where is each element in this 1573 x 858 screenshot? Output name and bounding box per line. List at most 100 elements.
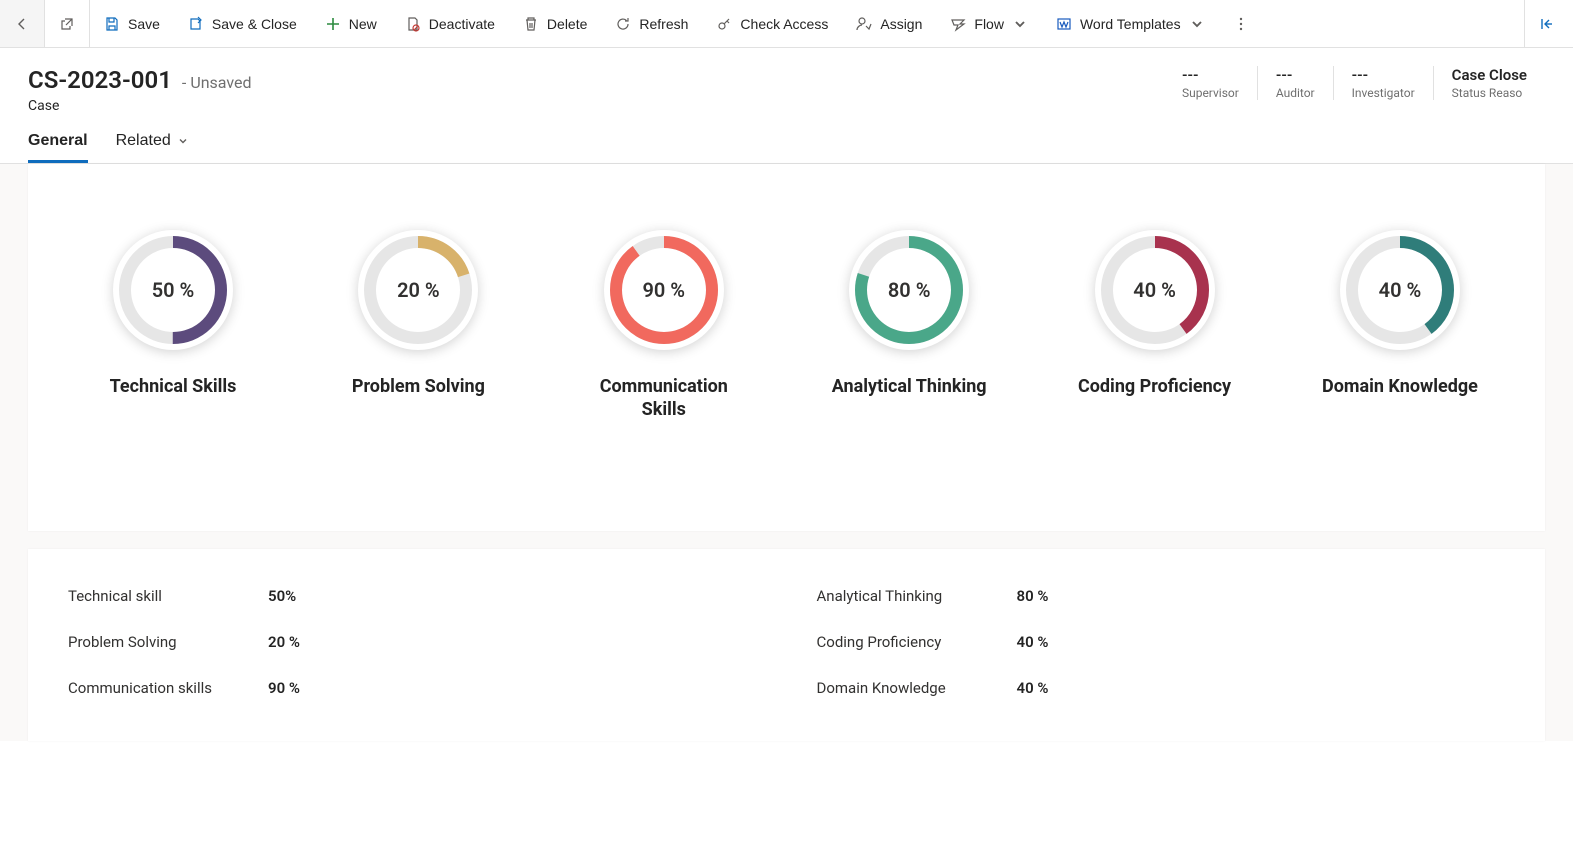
detail-label: Problem Solving	[68, 633, 268, 651]
tab-related[interactable]: Related	[116, 132, 189, 163]
header-field-value: ---	[1276, 66, 1315, 84]
overflow-button[interactable]	[1219, 0, 1263, 47]
chevron-down-icon	[1012, 16, 1028, 32]
gauge-label: Technical Skills	[110, 376, 237, 399]
detail-value: 50%	[268, 587, 296, 605]
deactivate-label: Deactivate	[429, 16, 495, 32]
header-field[interactable]: --- Supervisor	[1164, 66, 1257, 100]
header-field-value: ---	[1182, 66, 1239, 84]
header-field-label: Investigator	[1352, 86, 1415, 100]
detail-label: Technical skill	[68, 587, 268, 605]
detail-row[interactable]: Problem Solving 20 %	[68, 619, 757, 665]
assign-button[interactable]: Assign	[842, 0, 936, 47]
gauge: 80 % Analytical Thinking	[804, 230, 1014, 421]
record-header: CS-2023-001 - Unsaved Case --- Supervisor…	[0, 48, 1573, 114]
more-vertical-icon	[1233, 16, 1249, 32]
deactivate-button[interactable]: Deactivate	[391, 0, 509, 47]
detail-row[interactable]: Domain Knowledge 40 %	[817, 665, 1506, 711]
word-templates-button[interactable]: Word Templates	[1042, 0, 1219, 47]
gauge-ring: 80 %	[849, 230, 969, 350]
tab-label: Related	[116, 132, 171, 150]
record-entity: Case	[28, 98, 252, 114]
gauge: 40 % Coding Proficiency	[1050, 230, 1260, 421]
delete-label: Delete	[547, 16, 587, 32]
header-field-label: Supervisor	[1182, 86, 1239, 100]
gauge-label: Problem Solving	[352, 376, 485, 399]
detail-row[interactable]: Technical skill 50%	[68, 573, 757, 619]
gauge-value: 40 %	[1379, 278, 1422, 302]
flow-button[interactable]: Flow	[936, 0, 1042, 47]
header-field-label: Auditor	[1276, 86, 1315, 100]
new-button[interactable]: New	[311, 0, 391, 47]
gauge-ring: 50 %	[113, 230, 233, 350]
gauge-value: 40 %	[1133, 278, 1176, 302]
gauge-panel: 50 % Technical Skills 20 % Problem Solvi…	[28, 164, 1545, 531]
assign-icon	[856, 16, 872, 32]
save-label: Save	[128, 16, 160, 32]
chevron-down-icon	[1189, 16, 1205, 32]
gauge-value: 50 %	[152, 278, 195, 302]
deactivate-icon	[405, 16, 421, 32]
gauge-value: 20 %	[397, 278, 440, 302]
header-field[interactable]: --- Investigator	[1333, 66, 1433, 100]
check-access-button[interactable]: Check Access	[702, 0, 842, 47]
form-body: 50 % Technical Skills 20 % Problem Solvi…	[0, 164, 1573, 741]
record-title: CS-2023-001	[28, 66, 172, 94]
gauge-value: 80 %	[888, 278, 931, 302]
gauge: 40 % Domain Knowledge	[1295, 230, 1505, 421]
detail-value: 90 %	[268, 679, 300, 697]
gauge: 20 % Problem Solving	[313, 230, 523, 421]
detail-value: 20 %	[268, 633, 300, 651]
header-field[interactable]: --- Auditor	[1257, 66, 1333, 100]
assign-label: Assign	[880, 16, 922, 32]
share-icon	[1539, 16, 1555, 32]
detail-label: Analytical Thinking	[817, 587, 1017, 605]
delete-button[interactable]: Delete	[509, 0, 601, 47]
gauge-ring: 90 %	[604, 230, 724, 350]
record-title-suffix: - Unsaved	[182, 73, 252, 92]
header-field[interactable]: Case CloseStatus Reaso	[1433, 66, 1545, 100]
detail-label: Communication skills	[68, 679, 268, 697]
detail-label: Coding Proficiency	[817, 633, 1017, 651]
save-button[interactable]: Save	[90, 0, 174, 47]
refresh-button[interactable]: Refresh	[601, 0, 702, 47]
gauge-label: Coding Proficiency	[1078, 376, 1231, 399]
save-close-label: Save & Close	[212, 16, 297, 32]
flow-icon	[950, 16, 966, 32]
gauge-ring: 40 %	[1340, 230, 1460, 350]
chevron-down-icon	[177, 135, 189, 147]
open-external-button[interactable]	[45, 0, 89, 47]
command-bar: Save Save & Close New Deactivate Delete …	[0, 0, 1573, 48]
gauge-label: Domain Knowledge	[1322, 376, 1478, 399]
back-button[interactable]	[0, 0, 44, 47]
save-close-icon	[188, 16, 204, 32]
gauge-ring: 20 %	[358, 230, 478, 350]
word-icon	[1056, 16, 1072, 32]
gauge-value: 90 %	[642, 278, 685, 302]
new-label: New	[349, 16, 377, 32]
header-field-label: Status Reaso	[1452, 86, 1527, 100]
save-icon	[104, 16, 120, 32]
gauge-label: Communication Skills	[584, 376, 744, 421]
header-field-value: ---	[1352, 66, 1415, 84]
key-icon	[716, 16, 732, 32]
gauge-label: Analytical Thinking	[832, 376, 987, 399]
share-button[interactable]	[1525, 0, 1569, 47]
gauge-ring: 40 %	[1095, 230, 1215, 350]
detail-row[interactable]: Coding Proficiency 40 %	[817, 619, 1506, 665]
save-close-button[interactable]: Save & Close	[174, 0, 311, 47]
detail-row[interactable]: Communication skills 90 %	[68, 665, 757, 711]
open-external-icon	[59, 16, 75, 32]
check-access-label: Check Access	[740, 16, 828, 32]
refresh-icon	[615, 16, 631, 32]
detail-value: 40 %	[1017, 679, 1049, 697]
back-icon	[14, 16, 30, 32]
tab-general[interactable]: General	[28, 132, 88, 163]
tabs: General Related	[0, 114, 1573, 164]
gauge: 50 % Technical Skills	[68, 230, 278, 421]
word-templates-label: Word Templates	[1080, 16, 1181, 32]
trash-icon	[523, 16, 539, 32]
detail-row[interactable]: Analytical Thinking 80 %	[817, 573, 1506, 619]
gauge: 90 % Communication Skills	[559, 230, 769, 421]
details-panel: Technical skill 50% Problem Solving 20 %…	[28, 549, 1545, 741]
